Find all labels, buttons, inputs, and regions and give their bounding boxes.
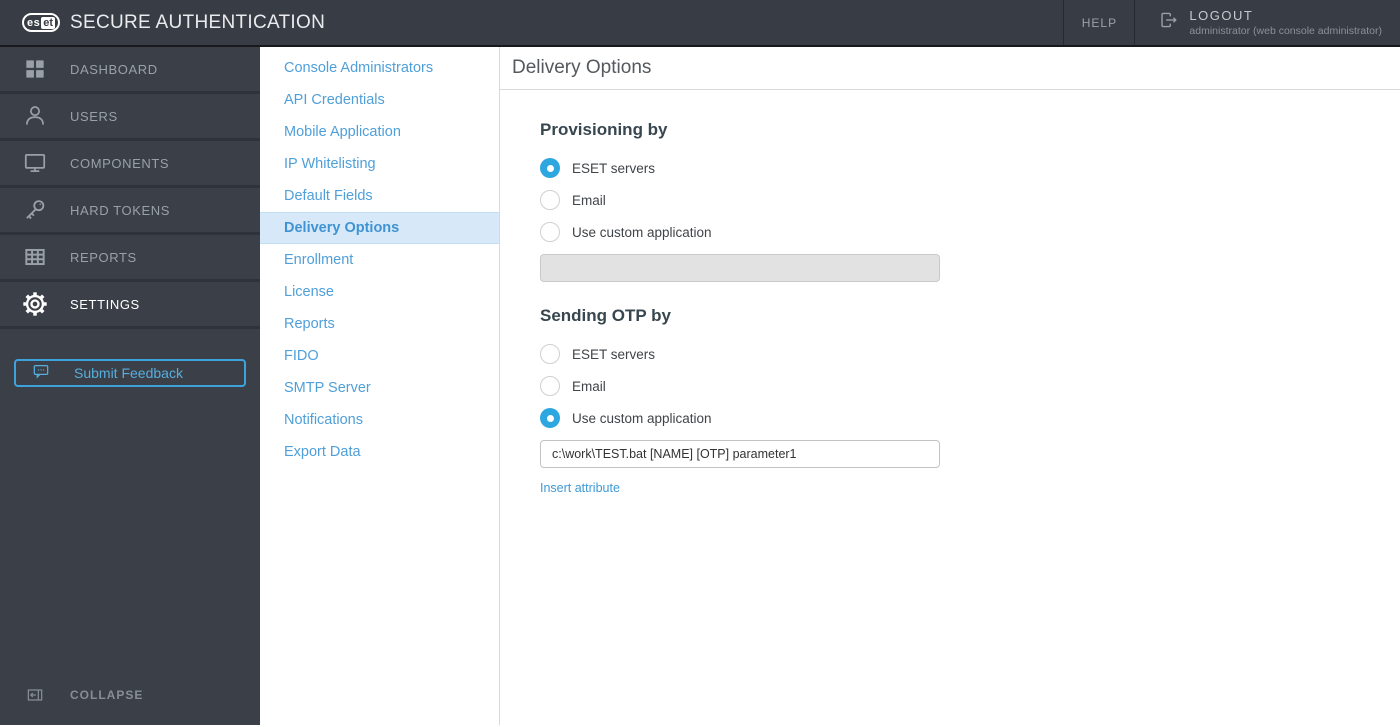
settings-nav-console-administrators[interactable]: Console Administrators [260,52,499,84]
otp-custom-app-input[interactable] [540,440,940,468]
provisioning-radio-eset-servers[interactable]: ESET servers [540,158,1400,178]
radio-selected-icon[interactable] [540,158,560,178]
radio-selected-icon[interactable] [540,408,560,428]
radio-label: ESET servers [572,160,656,176]
logout-icon [1157,9,1179,36]
settings-nav-license[interactable]: License [260,276,499,308]
table-grid-icon [0,244,70,270]
submit-feedback-button[interactable]: Submit Feedback [14,359,246,387]
page-title: Delivery Options [512,57,652,78]
sidebar-item-label: COMPONENTS [70,155,170,171]
sidebar-item-reports[interactable]: REPORTS [0,235,260,282]
otp-radio-email[interactable]: Email [540,376,1400,396]
settings-nav-delivery-options[interactable]: Delivery Options [260,212,499,244]
settings-nav-default-fields[interactable]: Default Fields [260,180,499,212]
gear-icon [0,290,70,318]
sidebar-item-label: DASHBOARD [70,61,158,77]
otp-radio-eset-servers[interactable]: ESET servers [540,344,1400,364]
submit-feedback-label: Submit Feedback [74,365,183,381]
provisioning-custom-app-input [540,254,940,282]
otp-heading: Sending OTP by [540,306,671,325]
settings-nav-ip-whitelisting[interactable]: IP Whitelisting [260,148,499,180]
radio-label: ESET servers [572,346,656,362]
user-icon [0,103,70,129]
settings-nav-mobile-application[interactable]: Mobile Application [260,116,499,148]
radio-label: Use custom application [572,224,712,240]
brand: es et SECURE AUTHENTICATION [22,12,325,34]
feedback-bubble-icon [16,361,51,386]
main-sidebar: DASHBOARD USERS COMPONENTS HARD TOKENS R… [0,47,260,725]
provisioning-heading: Provisioning by [540,120,668,139]
logout-label: LOGOUT [1189,8,1254,23]
sidebar-item-label: USERS [70,108,118,124]
radio-label: Use custom application [572,410,712,426]
radio-label: Email [572,192,606,208]
sidebar-item-components[interactable]: COMPONENTS [0,141,260,188]
radio-unselected-icon[interactable] [540,376,560,396]
settings-nav-smtp-server[interactable]: SMTP Server [260,372,499,404]
logout-button[interactable]: LOGOUT administrator (web console admini… [1135,0,1400,45]
settings-nav-notifications[interactable]: Notifications [260,404,499,436]
collapse-button[interactable]: COLLAPSE [0,685,260,725]
dashboard-grid-icon [0,56,70,82]
sidebar-item-label: SETTINGS [70,296,140,312]
monitor-icon [0,150,70,176]
eset-logo-es: es [27,16,41,29]
radio-unselected-icon[interactable] [540,222,560,242]
radio-label: Email [572,378,606,394]
topbar: es et SECURE AUTHENTICATION HELP LOGOUT … [0,0,1400,47]
settings-nav-export-data[interactable]: Export Data [260,436,499,468]
collapse-icon [0,685,70,705]
settings-sidebar: Console Administrators API Credentials M… [260,47,500,725]
insert-attribute-link[interactable]: Insert attribute [540,481,620,495]
radio-unselected-icon[interactable] [540,344,560,364]
sidebar-item-dashboard[interactable]: DASHBOARD [0,47,260,94]
provisioning-radio-email[interactable]: Email [540,190,1400,210]
logout-user: administrator (web console administrator… [1189,25,1382,37]
sidebar-item-hard-tokens[interactable]: HARD TOKENS [0,188,260,235]
eset-logo-et: et [41,16,56,29]
sidebar-item-users[interactable]: USERS [0,94,260,141]
eset-logo-icon: es et [22,13,61,32]
otp-radio-custom-application[interactable]: Use custom application [540,408,1400,428]
sidebar-item-label: HARD TOKENS [70,202,171,218]
settings-nav-reports[interactable]: Reports [260,308,499,340]
help-button[interactable]: HELP [1063,0,1136,45]
key-icon [0,197,70,223]
settings-nav-enrollment[interactable]: Enrollment [260,244,499,276]
collapse-label: COLLAPSE [70,688,144,702]
sidebar-item-settings[interactable]: SETTINGS [0,282,260,329]
main-header: Delivery Options [500,47,1400,90]
provisioning-radio-custom-application[interactable]: Use custom application [540,222,1400,242]
brand-title: SECURE AUTHENTICATION [70,11,326,33]
settings-nav-api-credentials[interactable]: API Credentials [260,84,499,116]
settings-nav-fido[interactable]: FIDO [260,340,499,372]
radio-unselected-icon[interactable] [540,190,560,210]
sidebar-item-label: REPORTS [70,249,137,265]
main-content: Delivery Options Provisioning by ESET se… [500,47,1400,725]
